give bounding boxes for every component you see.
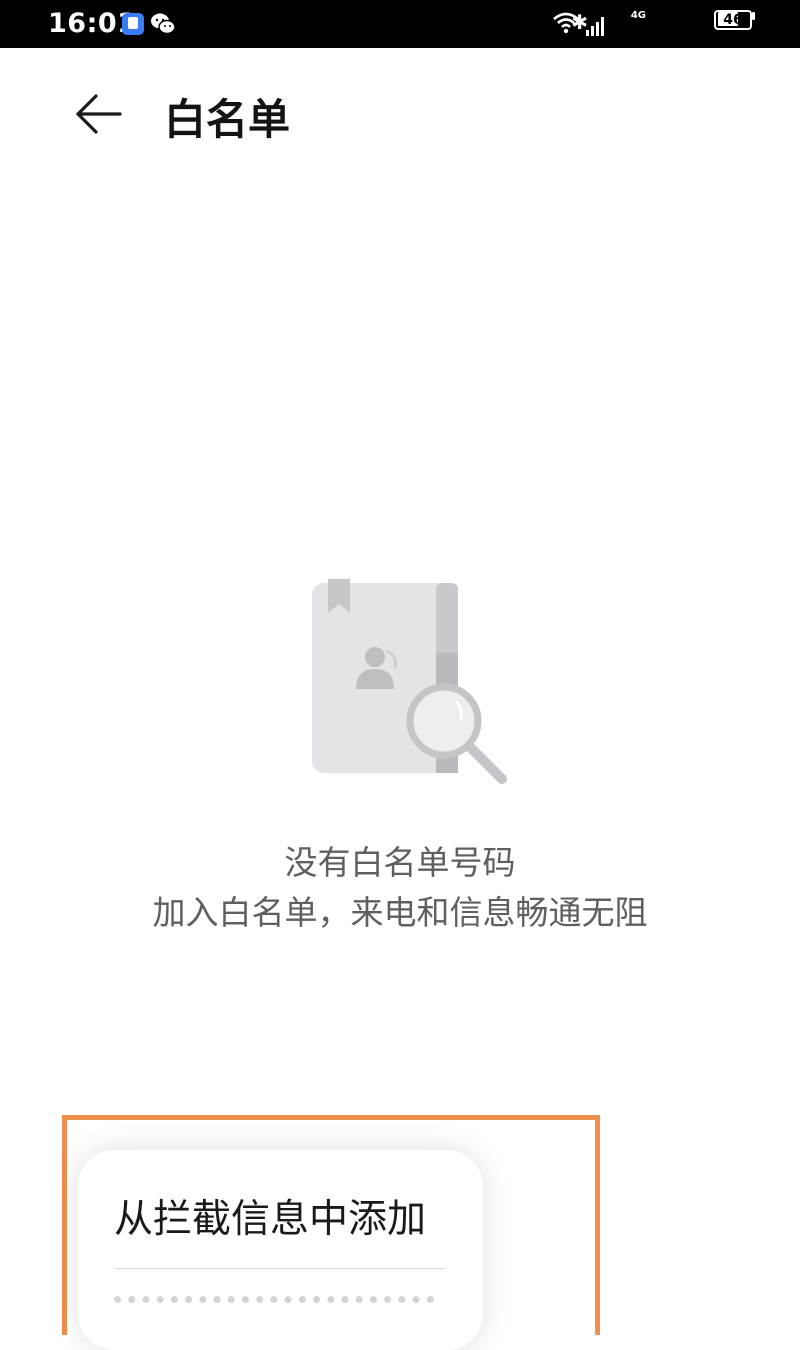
status-bar: 16:01 ✱ 4G 46 [0,0,800,48]
cellular-signal-icon [586,17,605,36]
page-title: 白名单 [164,95,291,144]
notification-app-icon [122,13,144,35]
contacts-book-search-icon [312,579,507,784]
wechat-icon [151,13,176,35]
menu-divider [114,1268,446,1269]
battery-level: 46 [723,12,743,28]
battery-icon: 46 [714,10,755,30]
status-icons: ✱ 4G 46 [552,10,755,38]
battery-cap [752,12,755,20]
header: 白名单 [0,48,800,178]
back-arrow-icon[interactable] [66,88,128,140]
network-type-label: 4G [630,10,646,21]
menu-item-add-from-blocked-messages[interactable]: 从拦截信息中添加 [114,1188,426,1244]
menu-item-partial[interactable] [114,1296,434,1317]
empty-state-subtitle: 加入白名单，来电和信息畅通无阻 [152,893,648,932]
bluetooth-icon: ✱ [571,10,588,34]
empty-state-title: 没有白名单号码 [284,843,516,882]
add-options-menu: 从拦截信息中添加 [78,1150,483,1350]
